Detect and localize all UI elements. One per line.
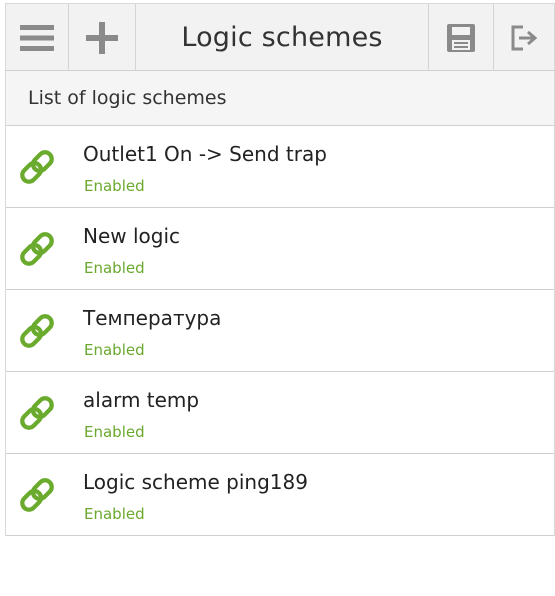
add-scheme-button[interactable] [69,4,135,71]
scheme-status: Enabled [84,259,145,277]
logic-scheme-item[interactable]: Температура Enabled [6,290,554,372]
plus-icon [86,21,118,54]
logic-scheme-item[interactable]: New logic Enabled [6,208,554,290]
link-icon [20,232,54,266]
page-title: Logic schemes [181,22,383,53]
scheme-name: New logic [83,224,181,248]
logic-scheme-item[interactable]: alarm temp Enabled [6,372,554,454]
logic-scheme-item[interactable]: Outlet1 On -> Send trap Enabled [6,126,554,208]
toolbar: Logic schemes [5,3,555,71]
scheme-status: Enabled [84,423,145,441]
scheme-name: Температура [83,306,222,330]
scheme-name: Logic scheme ping189 [83,470,308,494]
scheme-name: alarm temp [83,388,200,412]
menu-button[interactable] [6,4,68,71]
list-header: List of logic schemes [5,71,555,126]
floppy-disk-icon [447,23,475,52]
logic-scheme-item[interactable]: Logic scheme ping189 Enabled [6,454,554,536]
link-icon [20,396,54,430]
logic-scheme-list: Outlet1 On -> Send trap Enabled New logi… [5,126,555,536]
scheme-status: Enabled [84,341,145,359]
link-icon [20,150,54,184]
hamburger-menu-icon [20,24,54,51]
scheme-status: Enabled [84,505,145,523]
logout-icon [511,25,538,50]
link-icon [20,314,54,348]
save-button[interactable] [429,4,493,71]
logout-button[interactable] [494,4,554,71]
link-icon [20,478,54,512]
scheme-status: Enabled [84,177,145,195]
scheme-name: Outlet1 On -> Send trap [83,142,327,166]
logic-schemes-app: Logic schemes List of logic schemes Outl… [5,3,555,538]
